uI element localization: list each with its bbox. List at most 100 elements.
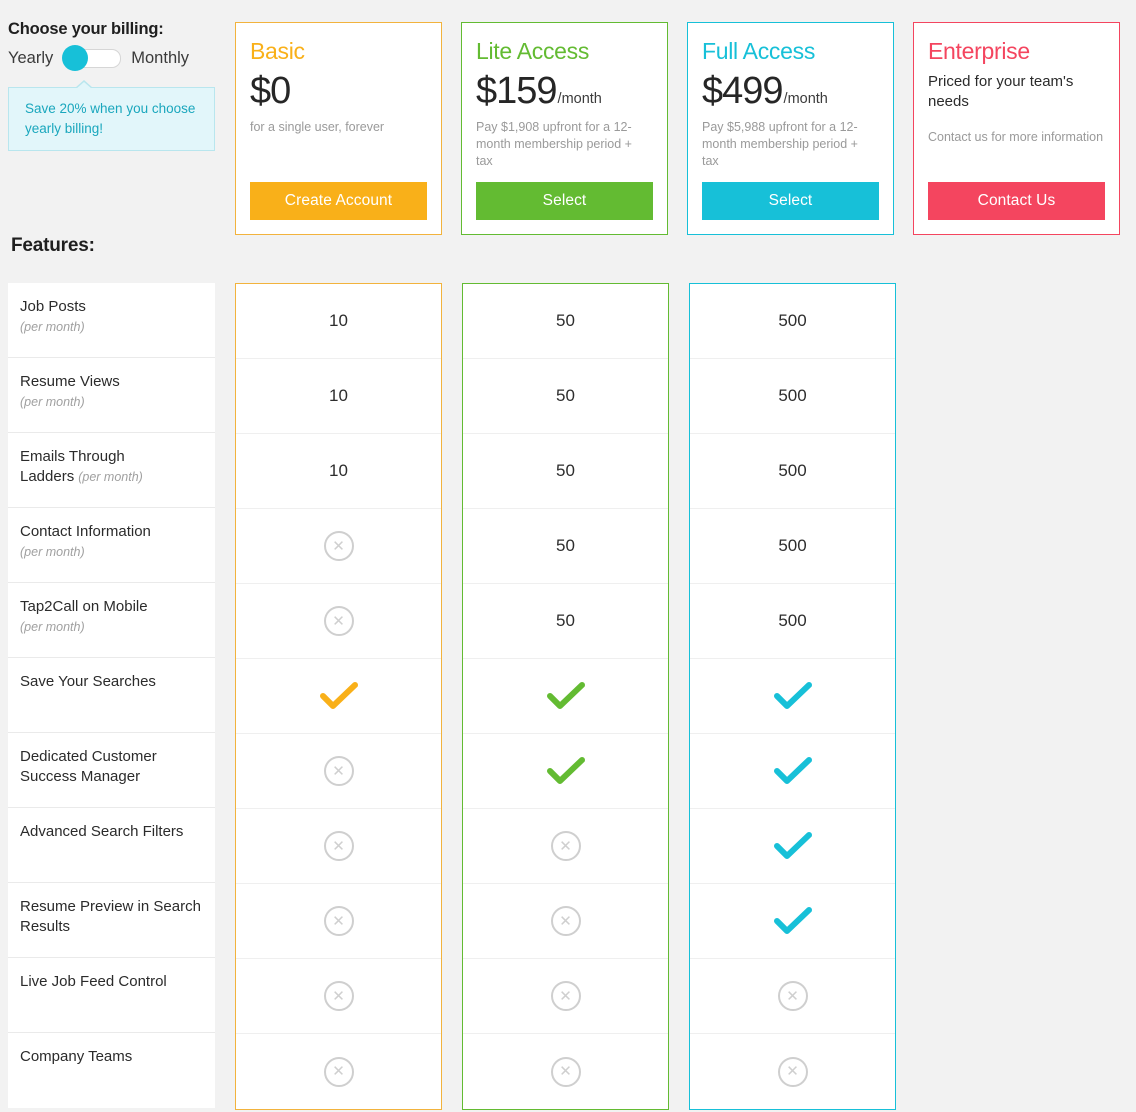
feature-value-cell: ✕ — [236, 959, 441, 1034]
x-circle-icon: ✕ — [551, 906, 581, 936]
feature-label-cell: Advanced Search Filters — [8, 808, 215, 883]
billing-option-monthly[interactable]: Monthly — [131, 49, 189, 68]
feature-value-text: 50 — [556, 611, 575, 631]
feature-label-text: Resume Preview in Search Results — [20, 898, 201, 935]
toggle-knob-icon[interactable] — [62, 45, 88, 71]
feature-label-text: Dedicated Customer Success Manager — [20, 748, 157, 785]
feature-value-cell: 10 — [236, 359, 441, 434]
feature-value-cell: 50 — [463, 509, 668, 584]
feature-label-subtext: (per month) — [20, 544, 203, 561]
check-icon — [319, 681, 359, 711]
feature-label-cell: Resume Views(per month) — [8, 358, 215, 433]
feature-value-cell — [463, 734, 668, 809]
x-circle-icon: ✕ — [324, 531, 354, 561]
feature-value-text: 500 — [778, 611, 806, 631]
savings-callout: Save 20% when you choose yearly billing! — [8, 87, 215, 151]
feature-label-cell: Dedicated Customer Success Manager — [8, 733, 215, 808]
plan-price: $0 — [250, 72, 290, 110]
feature-label-text: Live Job Feed Control — [20, 973, 167, 990]
feature-value-cell: 50 — [463, 434, 668, 509]
feature-value-cell: ✕ — [463, 884, 668, 959]
check-icon — [773, 831, 813, 861]
billing-title: Choose your billing: — [8, 20, 223, 39]
feature-value-text: 500 — [778, 536, 806, 556]
feature-value-text: 10 — [329, 311, 348, 331]
check-icon — [773, 756, 813, 786]
feature-value-cell: 500 — [690, 434, 895, 509]
feature-value-cell — [690, 884, 895, 959]
plan-cta-button[interactable]: Select — [702, 182, 879, 220]
feature-value-cell: 500 — [690, 584, 895, 659]
feature-value-cell — [690, 659, 895, 734]
feature-value-text: 500 — [778, 461, 806, 481]
x-circle-icon: ✕ — [324, 606, 354, 636]
feature-label-text: Job Posts — [20, 298, 86, 315]
feature-value-text: 500 — [778, 311, 806, 331]
plan-cta-button[interactable]: Contact Us — [928, 182, 1105, 220]
plan-cta-button[interactable]: Select — [476, 182, 653, 220]
feature-label-text: Tap2Call on Mobile — [20, 598, 148, 615]
plan-price-row: $0 — [250, 72, 426, 110]
x-circle-icon: ✕ — [324, 981, 354, 1011]
feature-value-cell: 50 — [463, 584, 668, 659]
feature-value-cell: ✕ — [463, 809, 668, 884]
feature-value-column: 50 50 50 50 50 ✕ ✕ ✕ ✕ — [462, 283, 669, 1110]
feature-value-cell: ✕ — [236, 1034, 441, 1109]
billing-option-yearly[interactable]: Yearly — [8, 49, 53, 68]
x-circle-icon: ✕ — [551, 1057, 581, 1087]
x-circle-icon: ✕ — [778, 981, 808, 1011]
feature-value-text: 50 — [556, 386, 575, 406]
feature-value-cell — [463, 659, 668, 734]
feature-value-text: 50 — [556, 536, 575, 556]
feature-label-text: Contact Information — [20, 523, 151, 540]
billing-chooser: Choose your billing: Yearly Monthly Save… — [8, 20, 223, 151]
feature-value-column: 500 500 500 500 500 ✕ ✕ — [689, 283, 896, 1110]
plan-name: Enterprise — [928, 39, 1104, 64]
x-circle-icon: ✕ — [324, 906, 354, 936]
x-circle-icon: ✕ — [324, 1057, 354, 1087]
plan-price-row: $499/month — [702, 72, 878, 110]
feature-value-cell — [690, 809, 895, 884]
plan-card: Basic $0 for a single user, forever Create … — [235, 22, 442, 235]
feature-value-text: 500 — [778, 386, 806, 406]
feature-value-cell: ✕ — [236, 884, 441, 959]
feature-value-cell: ✕ — [690, 959, 895, 1034]
feature-label-cell: Company Teams — [8, 1033, 215, 1108]
feature-value-cell: ✕ — [463, 1034, 668, 1109]
plan-price-row: $159/month — [476, 72, 652, 110]
feature-value-cell: 500 — [690, 509, 895, 584]
billing-toggle-switch[interactable] — [63, 49, 121, 68]
feature-value-cell: ✕ — [690, 1034, 895, 1109]
feature-label-cell: Tap2Call on Mobile(per month) — [8, 583, 215, 658]
x-circle-icon: ✕ — [551, 831, 581, 861]
x-circle-icon: ✕ — [778, 1057, 808, 1087]
feature-value-cell: ✕ — [236, 734, 441, 809]
feature-label-text: Company Teams — [20, 1048, 132, 1065]
plan-note: Pay $5,988 upfront for a 12-month member… — [702, 119, 878, 170]
feature-value-cell: 10 — [236, 434, 441, 509]
feature-label-column: Job Posts(per month)Resume Views(per mon… — [8, 283, 215, 1108]
x-circle-icon: ✕ — [324, 756, 354, 786]
feature-label-text: Save Your Searches — [20, 673, 156, 690]
check-icon — [546, 681, 586, 711]
feature-label-subtext: (per month) — [20, 319, 203, 336]
feature-value-cell: 500 — [690, 284, 895, 359]
plan-price-period: /month — [784, 91, 828, 107]
plan-note: Pay $1,908 upfront for a 12-month member… — [476, 119, 652, 170]
plan-cta-button[interactable]: Create Account — [250, 182, 427, 220]
feature-value-cell: 500 — [690, 359, 895, 434]
feature-value-text: 50 — [556, 311, 575, 331]
feature-label-cell: Emails Through Ladders(per month) — [8, 433, 215, 508]
feature-value-text: 10 — [329, 386, 348, 406]
plan-name: Basic — [250, 39, 426, 64]
feature-label-cell: Save Your Searches — [8, 658, 215, 733]
feature-value-cell: ✕ — [463, 959, 668, 1034]
billing-toggle-row: Yearly Monthly — [8, 49, 223, 68]
plan-note: for a single user, forever — [250, 119, 426, 153]
plan-note: Contact us for more information — [928, 129, 1104, 163]
feature-value-cell: ✕ — [236, 809, 441, 884]
feature-label-subtext: (per month) — [20, 394, 203, 411]
check-icon — [546, 756, 586, 786]
feature-value-cell: ✕ — [236, 509, 441, 584]
feature-value-cell — [236, 659, 441, 734]
